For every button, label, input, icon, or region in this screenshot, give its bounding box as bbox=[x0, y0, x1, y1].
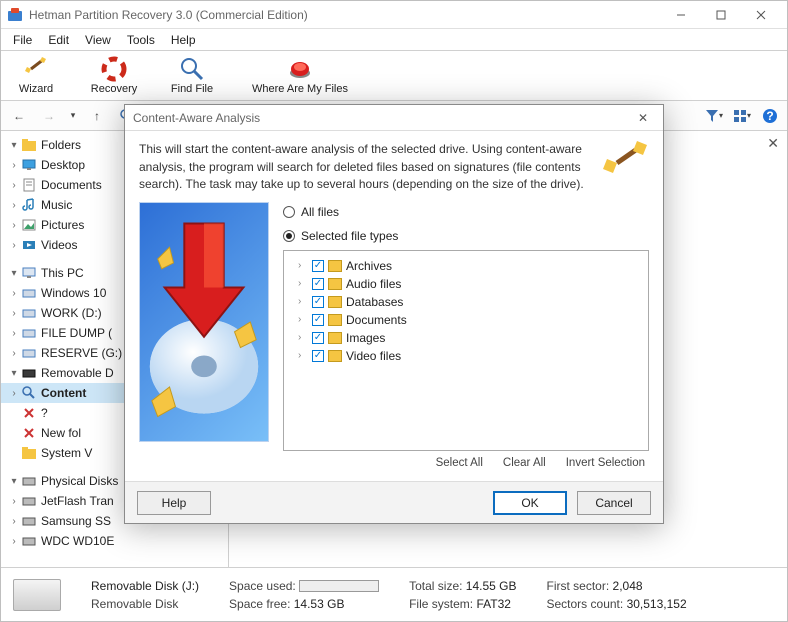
status-space-free: 14.53 GB bbox=[294, 597, 345, 611]
tree-wdc[interactable]: ›WDC WD10E bbox=[1, 531, 228, 551]
status-sectors: 30,513,152 bbox=[627, 597, 687, 611]
magnifier-icon bbox=[180, 57, 204, 81]
forward-button[interactable]: → bbox=[37, 104, 61, 128]
radio-icon bbox=[283, 230, 295, 242]
dialog-title: Content-Aware Analysis bbox=[133, 111, 260, 125]
content-aware-dialog: Content-Aware Analysis ✕ This will start… bbox=[124, 104, 664, 524]
menu-view[interactable]: View bbox=[77, 30, 119, 50]
red-button-icon bbox=[288, 57, 312, 81]
status-first-sector: 2,048 bbox=[613, 579, 643, 593]
minimize-button[interactable] bbox=[661, 3, 701, 27]
dialog-description: This will start the content-aware analys… bbox=[139, 142, 584, 191]
type-video[interactable]: ›✓Video files bbox=[290, 347, 642, 365]
folder-icon bbox=[328, 296, 342, 308]
folder-icon bbox=[328, 260, 342, 272]
status-sectors-label: Sectors count: bbox=[547, 597, 624, 611]
dialog-titlebar: Content-Aware Analysis ✕ bbox=[125, 105, 663, 131]
recovery-label: Recovery bbox=[91, 83, 137, 95]
menubar: File Edit View Tools Help bbox=[1, 29, 787, 51]
wand-icon bbox=[24, 57, 48, 81]
type-archives[interactable]: ›✓Archives bbox=[290, 257, 642, 275]
wand-icon bbox=[603, 141, 647, 185]
status-fs-label: File system: bbox=[409, 597, 473, 611]
pane-close-icon[interactable]: ✕ bbox=[767, 135, 779, 152]
checkbox-icon[interactable]: ✓ bbox=[312, 296, 324, 308]
where-files-label: Where Are My Files bbox=[252, 83, 348, 95]
status-fs: FAT32 bbox=[476, 597, 510, 611]
status-space-free-label: Space free: bbox=[229, 597, 290, 611]
window-controls bbox=[661, 3, 781, 27]
window-title: Hetman Partition Recovery 3.0 (Commercia… bbox=[29, 8, 661, 22]
close-button[interactable] bbox=[741, 3, 781, 27]
checkbox-icon[interactable]: ✓ bbox=[312, 314, 324, 326]
invert-selection-link[interactable]: Invert Selection bbox=[566, 457, 645, 469]
recovery-button[interactable]: Recovery bbox=[89, 57, 139, 95]
main-toolbar: Wizard Recovery Find File Where Are My F… bbox=[1, 51, 787, 101]
dialog-description-wrap: This will start the content-aware analys… bbox=[139, 141, 649, 194]
dialog-artwork bbox=[139, 202, 269, 442]
select-all-link[interactable]: Select All bbox=[436, 457, 483, 469]
status-total-size: 14.55 GB bbox=[466, 579, 517, 593]
cancel-button[interactable]: Cancel bbox=[577, 491, 651, 515]
menu-file[interactable]: File bbox=[5, 30, 40, 50]
checkbox-icon[interactable]: ✓ bbox=[312, 350, 324, 362]
checkbox-icon[interactable]: ✓ bbox=[312, 332, 324, 344]
radio-selected-label: Selected file types bbox=[301, 229, 398, 243]
menu-help[interactable]: Help bbox=[163, 30, 204, 50]
type-audio[interactable]: ›✓Audio files bbox=[290, 275, 642, 293]
help-button[interactable]: Help bbox=[137, 491, 211, 515]
status-drive-name: Removable Disk (J:) bbox=[91, 579, 199, 593]
svg-text:?: ? bbox=[766, 109, 773, 123]
view-options-icon[interactable]: ▾ bbox=[731, 105, 753, 127]
ok-button[interactable]: OK bbox=[493, 491, 567, 515]
menu-tools[interactable]: Tools bbox=[119, 30, 163, 50]
checkbox-icon[interactable]: ✓ bbox=[312, 278, 324, 290]
radio-selected-types[interactable]: Selected file types bbox=[283, 226, 649, 246]
dialog-close-icon[interactable]: ✕ bbox=[631, 111, 655, 125]
find-file-button[interactable]: Find File bbox=[167, 57, 217, 95]
status-total-label: Total size: bbox=[409, 579, 462, 593]
back-button[interactable]: ← bbox=[7, 104, 31, 128]
maximize-button[interactable] bbox=[701, 3, 741, 27]
folder-icon bbox=[328, 350, 342, 362]
find-file-label: Find File bbox=[171, 83, 213, 95]
radio-icon bbox=[283, 206, 295, 218]
app-icon bbox=[7, 7, 23, 23]
radio-all-files[interactable]: All files bbox=[283, 202, 649, 222]
titlebar: Hetman Partition Recovery 3.0 (Commercia… bbox=[1, 1, 787, 29]
status-space-used-label: Space used: bbox=[229, 579, 296, 593]
history-dropdown[interactable]: ▾ bbox=[67, 104, 79, 128]
status-drive-type: Removable Disk bbox=[91, 597, 199, 611]
type-databases[interactable]: ›✓Databases bbox=[290, 293, 642, 311]
filter-icon[interactable]: ▾ bbox=[703, 105, 725, 127]
help-icon[interactable]: ? bbox=[759, 105, 781, 127]
folder-icon bbox=[328, 278, 342, 290]
lifebuoy-icon bbox=[102, 57, 126, 81]
wizard-label: Wizard bbox=[19, 83, 53, 95]
menu-edit[interactable]: Edit bbox=[40, 30, 77, 50]
status-first-sector-label: First sector: bbox=[547, 579, 610, 593]
where-files-button[interactable]: Where Are My Files bbox=[245, 57, 355, 95]
up-button[interactable]: ↑ bbox=[85, 104, 109, 128]
drive-thumb-icon bbox=[13, 579, 61, 611]
space-used-bar bbox=[299, 580, 379, 592]
checkbox-icon[interactable]: ✓ bbox=[312, 260, 324, 272]
folder-icon bbox=[328, 314, 342, 326]
status-bar: Removable Disk (J:) Removable Disk Space… bbox=[1, 567, 787, 621]
radio-all-label: All files bbox=[301, 205, 339, 219]
clear-all-link[interactable]: Clear All bbox=[503, 457, 546, 469]
type-images[interactable]: ›✓Images bbox=[290, 329, 642, 347]
file-types-box[interactable]: ›✓Archives ›✓Audio files ›✓Databases ›✓D… bbox=[283, 250, 649, 451]
folder-icon bbox=[328, 332, 342, 344]
wizard-button[interactable]: Wizard bbox=[11, 57, 61, 95]
type-documents[interactable]: ›✓Documents bbox=[290, 311, 642, 329]
